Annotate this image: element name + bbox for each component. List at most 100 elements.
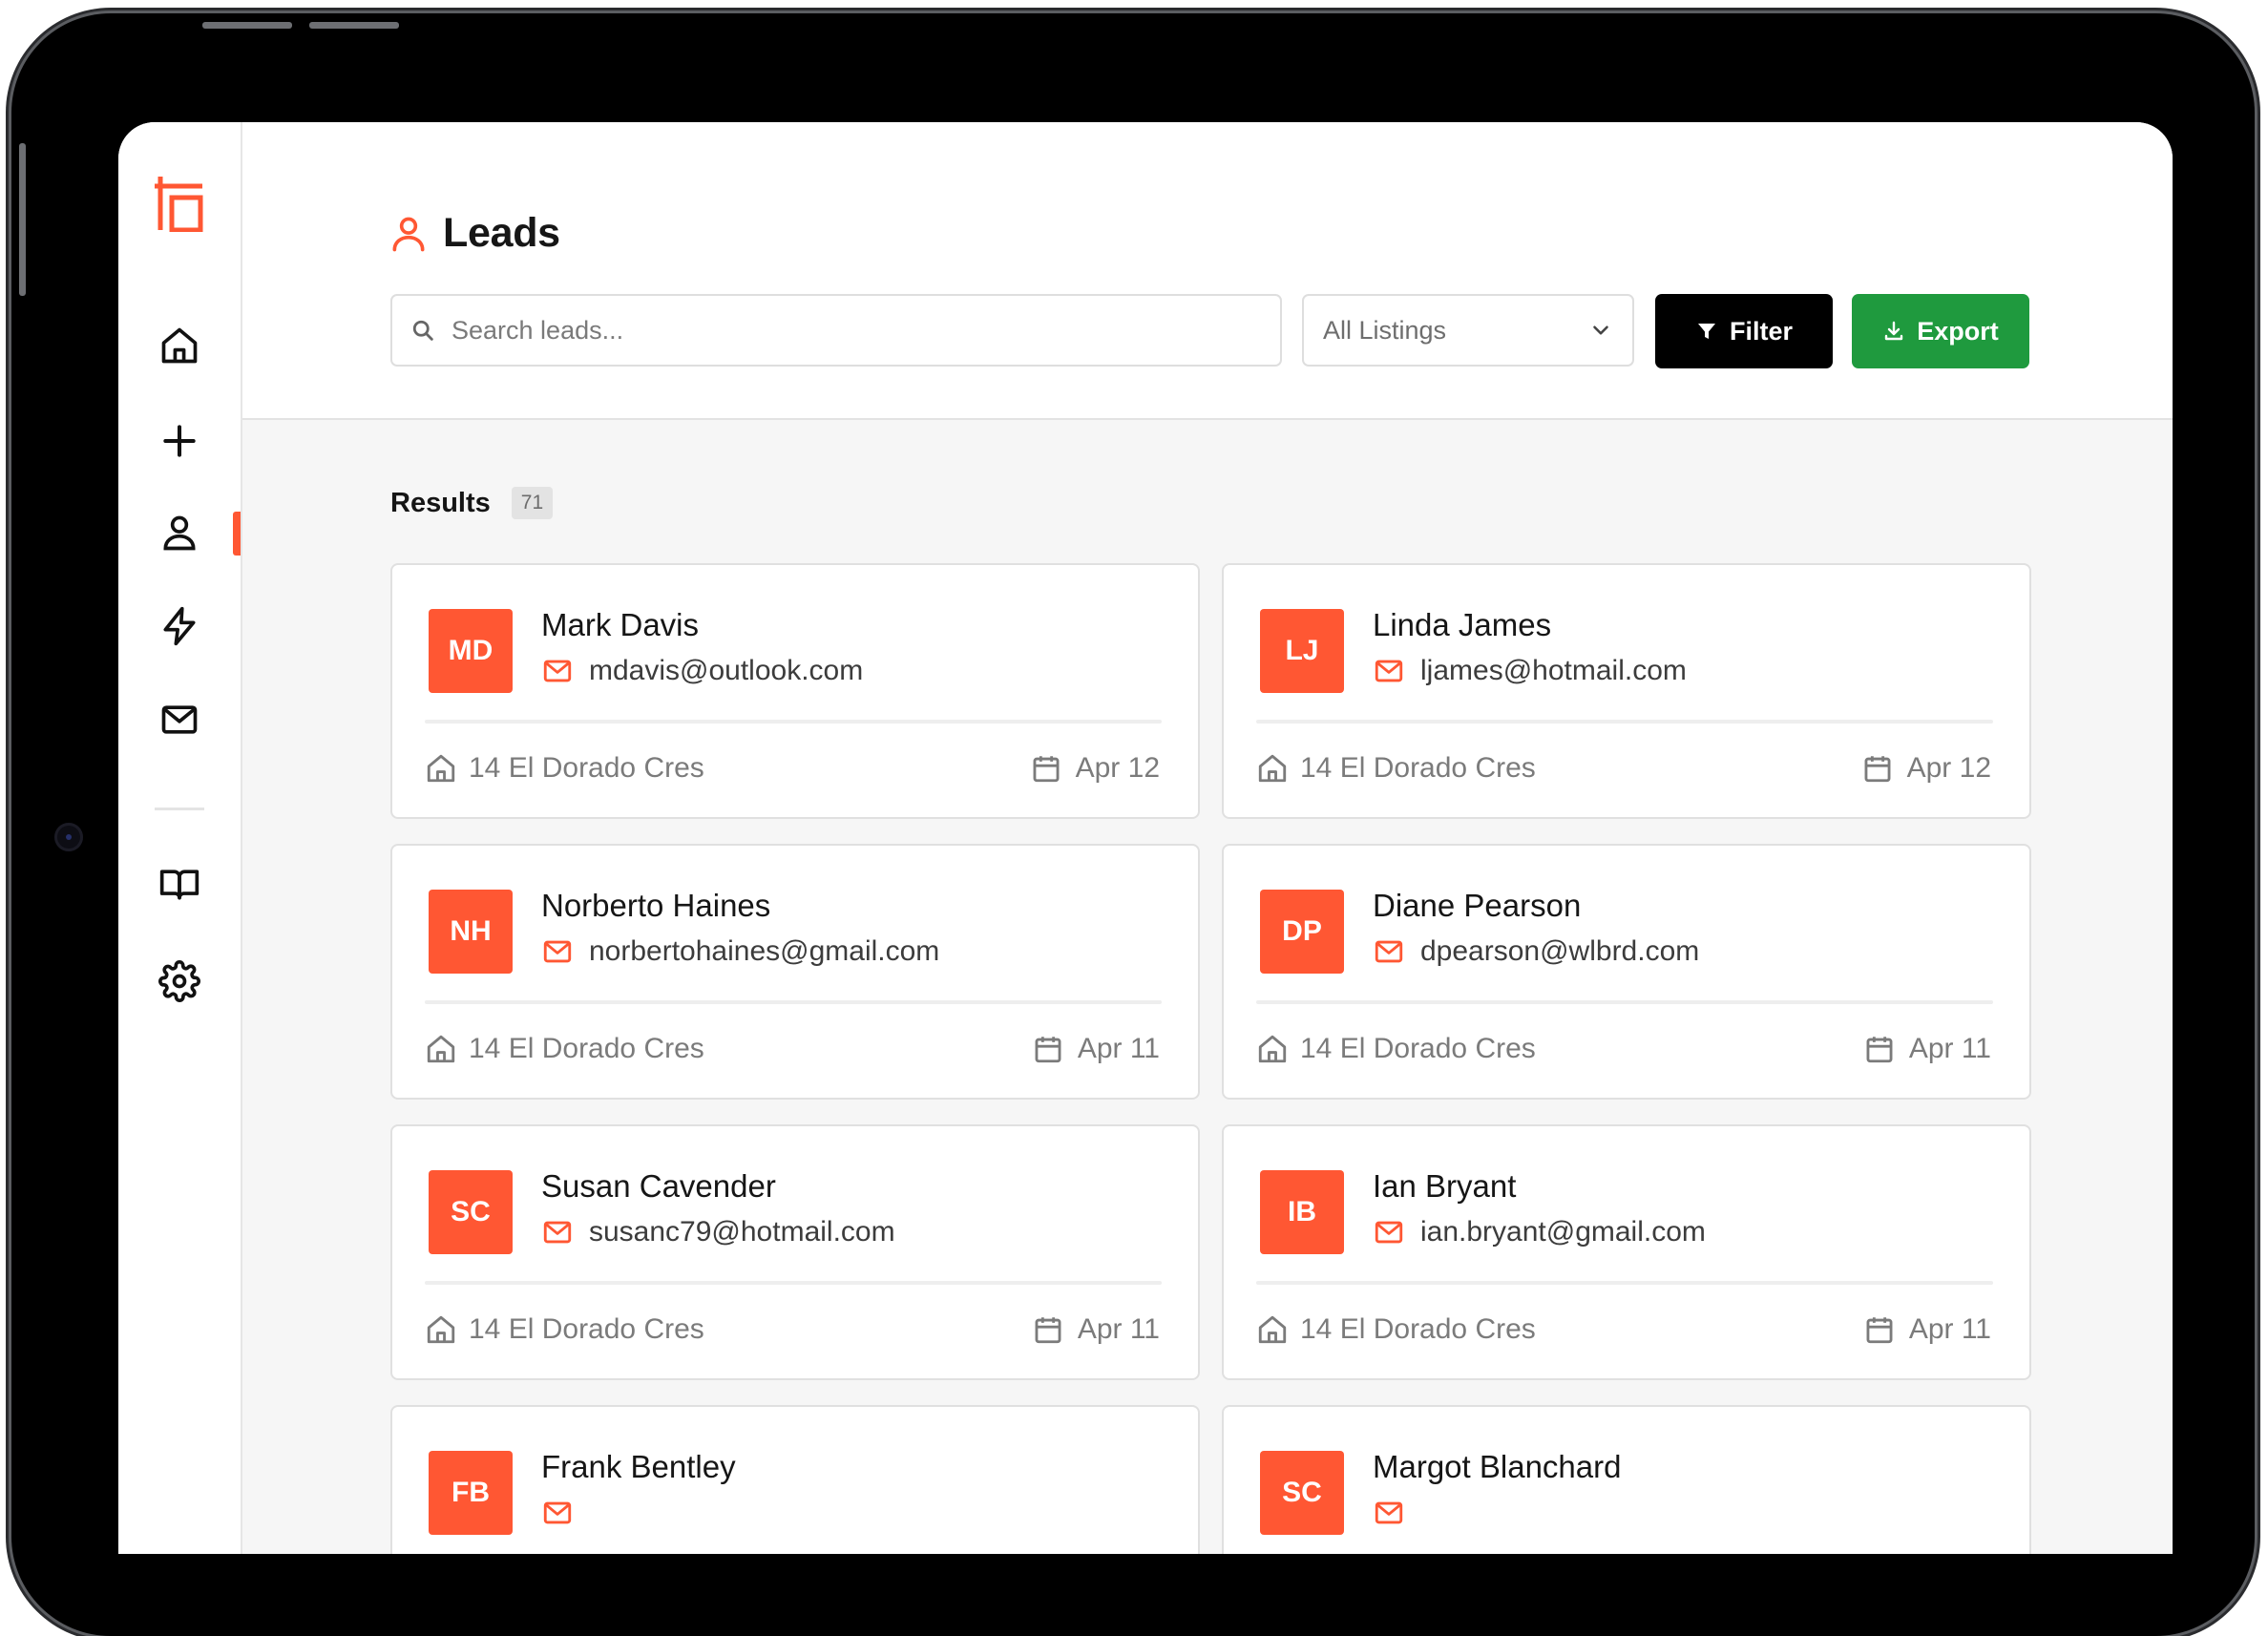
lead-email[interactable]: susanc79@hotmail.com: [589, 1216, 895, 1248]
mail-icon: [1375, 940, 1403, 963]
home-icon: [427, 754, 455, 783]
lead-name: Susan Cavender: [541, 1168, 776, 1204]
avatar: MD: [429, 609, 513, 693]
filter-icon: [1697, 324, 1715, 339]
avatar-initials: FB: [452, 1477, 490, 1508]
power-button: [19, 143, 26, 296]
lead-card[interactable]: NH Norberto Haines norbertohaines@gmail.…: [390, 844, 1200, 1100]
lead-address: 14 El Dorado Cres: [1300, 1033, 1536, 1064]
lead-date-row: Apr 11: [1032, 1033, 1160, 1065]
card-divider: [425, 720, 1162, 724]
avatar: NH: [429, 890, 513, 974]
volume-button: [309, 22, 399, 29]
lead-name: Diane Pearson: [1373, 888, 1582, 923]
avatar: DP: [1260, 890, 1344, 974]
mail-icon: [543, 940, 572, 963]
lead-address: 14 El Dorado Cres: [469, 1313, 704, 1345]
avatar: SC: [1260, 1451, 1344, 1535]
lead-email-row: [1373, 1497, 1420, 1529]
home-icon: [427, 1035, 455, 1063]
lead-email[interactable]: dpearson@wlbrd.com: [1420, 935, 1699, 968]
lead-name: Margot Blanchard: [1373, 1449, 1622, 1484]
sidebar-item-settings[interactable]: [118, 951, 241, 1012]
mail-icon: [1375, 660, 1403, 682]
lead-name: Norberto Haines: [541, 888, 771, 923]
lead-email-row: [541, 1497, 589, 1529]
export-button[interactable]: Export: [1852, 294, 2029, 368]
lead-address-row: 14 El Dorado Cres: [425, 1033, 704, 1065]
gear-icon: [158, 960, 200, 1002]
export-button-label: Export: [1917, 316, 1999, 346]
lead-address: 14 El Dorado Cres: [469, 752, 704, 784]
plus-icon: [163, 425, 196, 457]
lead-date: Apr 11: [1908, 1033, 1991, 1064]
sidebar-item-add[interactable]: [118, 410, 241, 472]
card-divider: [425, 1000, 1162, 1004]
sidebar-item-messages[interactable]: [118, 689, 241, 750]
avatar-initials: DP: [1282, 915, 1322, 947]
app-screen: Leads All Listings: [118, 122, 2173, 1554]
lead-address: 14 El Dorado Cres: [1300, 1313, 1536, 1345]
search-input[interactable]: [450, 314, 1236, 346]
user-icon: [163, 515, 196, 551]
calendar-icon: [1866, 1317, 1893, 1344]
lead-address-row: 14 El Dorado Cres: [425, 752, 704, 785]
lead-email-row: ljames@hotmail.com: [1373, 655, 1687, 687]
sidebar-divider: [155, 808, 204, 810]
download-icon: [1885, 321, 1903, 341]
lead-name: Ian Bryant: [1373, 1168, 1517, 1204]
avatar-initials: LJ: [1285, 635, 1319, 666]
calendar-icon: [1864, 756, 1891, 783]
mail-icon: [161, 705, 198, 734]
lead-card[interactable]: MD Mark Davis mdavis@outlook.com 14 El D…: [390, 563, 1200, 819]
sidebar-item-leads[interactable]: [118, 502, 241, 563]
lead-name: Linda James: [1373, 607, 1552, 642]
lead-email-row: norbertohaines@gmail.com: [541, 935, 939, 968]
calendar-icon: [1035, 1037, 1061, 1063]
filter-button[interactable]: Filter: [1655, 294, 1833, 368]
lead-email-row: dpearson@wlbrd.com: [1373, 935, 1699, 968]
card-divider: [1256, 1000, 1993, 1004]
sidebar-item-automations[interactable]: [118, 596, 241, 657]
lead-date: Apr 11: [1077, 1313, 1160, 1345]
calendar-icon: [1033, 756, 1060, 783]
lead-email-row: susanc79@hotmail.com: [541, 1216, 895, 1248]
lead-name: Mark Davis: [541, 607, 700, 642]
lead-email[interactable]: mdavis@outlook.com: [589, 655, 863, 687]
lead-card[interactable]: LJ Linda James ljames@hotmail.com 14 El …: [1222, 563, 2031, 819]
lead-address-row: 14 El Dorado Cres: [1256, 1313, 1536, 1346]
home-icon: [1258, 754, 1287, 783]
lead-email-row: mdavis@outlook.com: [541, 655, 863, 687]
chevron-down-icon: [1593, 325, 1608, 335]
calendar-icon: [1866, 1037, 1893, 1063]
lead-date-row: Apr 11: [1032, 1313, 1160, 1346]
avatar-initials: IB: [1288, 1196, 1316, 1227]
lead-email[interactable]: ian.bryant@gmail.com: [1420, 1216, 1706, 1248]
results-label: Results: [390, 487, 491, 518]
lead-date: Apr 12: [1906, 752, 1991, 784]
search-box[interactable]: [390, 294, 1282, 367]
sidebar-item-home[interactable]: [118, 315, 241, 376]
home-icon: [1258, 1035, 1287, 1063]
mail-icon: [543, 1221, 572, 1244]
lead-card[interactable]: IB Ian Bryant ian.bryant@gmail.com 14 El…: [1222, 1124, 2031, 1380]
lead-address-row: 14 El Dorado Cres: [1256, 752, 1536, 785]
sidebar-item-guides[interactable]: [118, 853, 241, 914]
listing-select[interactable]: All Listings: [1302, 294, 1634, 367]
lead-email[interactable]: norbertohaines@gmail.com: [589, 935, 939, 968]
lead-card[interactable]: SC Margot Blanchard: [1222, 1405, 2031, 1554]
lead-date-row: Apr 11: [1863, 1313, 1991, 1346]
book-icon: [159, 870, 200, 900]
lead-date-row: Apr 11: [1863, 1033, 1991, 1065]
lightning-icon: [163, 606, 196, 646]
lead-card[interactable]: FB Frank Bentley: [390, 1405, 1200, 1554]
lead-address-row: 14 El Dorado Cres: [1256, 1033, 1536, 1065]
lead-address: 14 El Dorado Cres: [469, 1033, 704, 1064]
search-icon: [412, 320, 433, 341]
sidebar: [118, 122, 242, 1554]
lead-card[interactable]: SC Susan Cavender susanc79@hotmail.com 1…: [390, 1124, 1200, 1380]
lead-email[interactable]: ljames@hotmail.com: [1420, 655, 1687, 687]
lead-card[interactable]: DP Diane Pearson dpearson@wlbrd.com 14 E…: [1222, 844, 2031, 1100]
mail-icon: [1375, 1221, 1403, 1244]
page-header: Leads All Listings: [242, 122, 2173, 420]
